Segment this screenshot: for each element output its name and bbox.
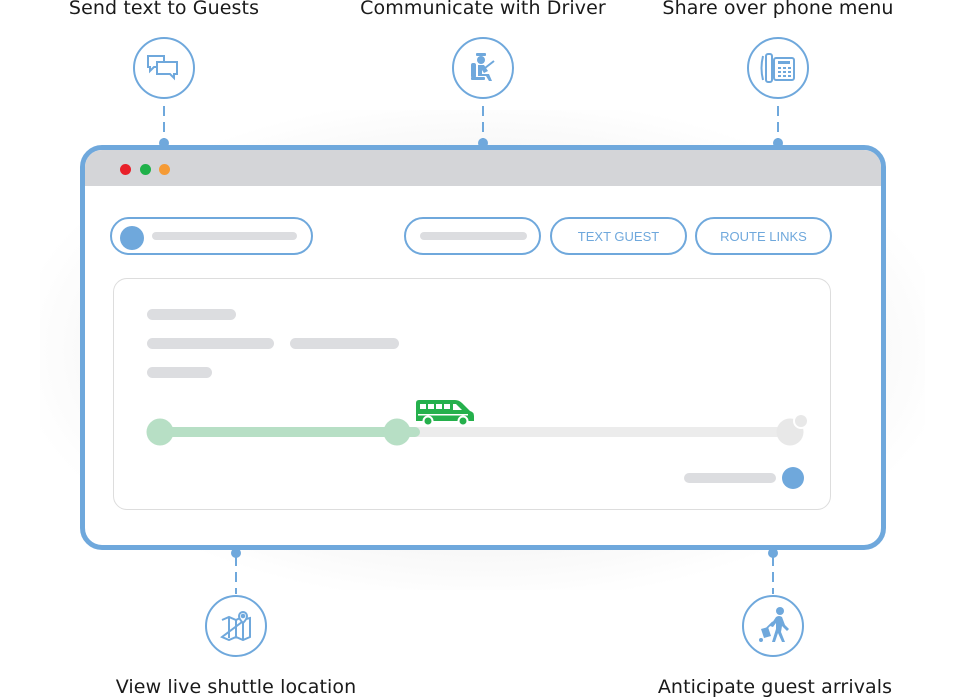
connector-line [777, 106, 779, 142]
avatar [120, 226, 144, 250]
traveler-luggage-icon [742, 595, 804, 657]
shuttle-van-icon [414, 399, 476, 427]
name-placeholder [152, 232, 297, 240]
text-guest-button[interactable]: TEXT GUEST [550, 217, 687, 255]
driver-seat-icon [452, 37, 514, 99]
text-placeholder [147, 367, 212, 378]
feature-label-phone-menu: Share over phone menu [662, 0, 894, 19]
feature-label-guest-arrivals: Anticipate guest arrivals [657, 676, 893, 698]
connector-line [772, 556, 774, 594]
connector-pin [773, 138, 783, 148]
feature-label-send-text: Send text to Guests [68, 0, 260, 19]
feature-label-communicate-driver: Communicate with Driver [360, 0, 606, 19]
connector-pin [478, 138, 488, 148]
stop-end-badge [793, 413, 809, 429]
text-placeholder [147, 338, 274, 349]
text-placeholder [290, 338, 399, 349]
connector-line [235, 556, 237, 594]
eta-placeholder [684, 473, 776, 483]
trip-progress [146, 400, 809, 449]
chat-bubbles-icon [133, 37, 195, 99]
text-placeholder [147, 309, 236, 320]
desk-phone-icon [747, 37, 809, 99]
close-window-dot[interactable] [120, 164, 131, 175]
text-guest-label: TEXT GUEST [577, 228, 660, 244]
connector-line [482, 106, 484, 142]
minimize-window-dot[interactable] [140, 164, 151, 175]
trip-card [113, 278, 831, 510]
user-pill[interactable] [110, 217, 313, 255]
route-links-label: ROUTE LINKS [720, 228, 807, 244]
connector-pin [159, 138, 169, 148]
button-placeholder-text [420, 232, 527, 240]
stop-start [146, 418, 174, 446]
placeholder-button[interactable] [404, 217, 541, 255]
connector-line [163, 106, 165, 142]
map-pin-icon [205, 595, 267, 657]
feature-label-live-location: View live shuttle location [115, 676, 357, 698]
progress-fill [147, 427, 420, 437]
title-bar [85, 150, 881, 186]
route-links-button[interactable]: ROUTE LINKS [695, 217, 832, 255]
stop-mid [383, 418, 411, 446]
browser-window: TEXT GUEST ROUTE LINKS [80, 145, 886, 550]
status-dot [782, 467, 804, 489]
zoom-window-dot[interactable] [159, 164, 170, 175]
